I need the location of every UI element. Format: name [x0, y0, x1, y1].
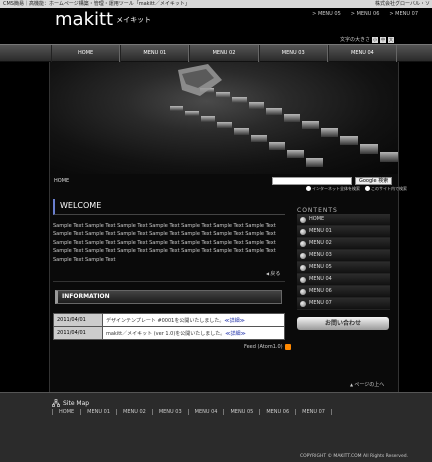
logo-kana: メイキット [116, 16, 152, 24]
footer-nav-item[interactable]: MENU 03 [151, 409, 188, 415]
footer-nav-item[interactable]: MENU 07 [295, 409, 332, 415]
footer-nav-item[interactable]: MENU 05 [223, 409, 259, 415]
search-scope: インターネット全体を検索 このサイト内で検索 [306, 186, 407, 192]
search-scope-web[interactable]: インターネット全体を検索 [306, 186, 360, 192]
company-name: 株式会社グローバル・ソ [375, 1, 430, 7]
font-size-small-button[interactable]: 小 [372, 36, 378, 43]
radio-icon [365, 186, 370, 191]
sitemap-heading: Site Map [52, 399, 89, 407]
gnav-item-menu03[interactable]: MENU 03 [258, 45, 328, 62]
site-logo[interactable]: makitt メイキット [55, 9, 151, 30]
logo-text: makitt [55, 9, 114, 30]
sidebar-item-menu01[interactable]: MENU 01 [297, 226, 390, 238]
site-tagline: CMS簡易｜高機能：ホームページ構築・管理・運用ツール「makitt／メイキット… [3, 1, 190, 7]
footer-nav-item[interactable]: HOME [52, 409, 80, 415]
radio-icon [306, 186, 311, 191]
body-line: Sample Text Sample Text Sample Text Samp… [53, 239, 276, 246]
sitemap-icon [52, 399, 60, 407]
table-row: 2011/04/01 makitt／メイキット (ver 1.0)を公開いたしま… [53, 326, 285, 340]
font-size-control: 文字の大きさ 小 中 大 [340, 36, 394, 43]
gnav-item-menu01[interactable]: MENU 01 [120, 45, 190, 62]
top-menu-item[interactable]: MENU 06 [351, 11, 380, 17]
top-menus: MENU 05 MENU 06 MENU 07 [312, 11, 418, 17]
sidebar-item-menu05[interactable]: MENU 05 [297, 262, 390, 274]
top-menu-item[interactable]: MENU 07 [389, 11, 418, 17]
sidebar-nav: HOME MENU 01 MENU 02 MENU 03 MENU 05 MEN… [297, 214, 390, 310]
font-size-large-button[interactable]: 大 [388, 36, 394, 43]
info-date: 2011/04/01 [53, 313, 103, 327]
sidebar-item-menu07[interactable]: MENU 07 [297, 298, 390, 310]
search-box: Google 検索 [272, 177, 393, 185]
body-line: Sample Text Sample Text Sample Text Samp… [53, 231, 276, 238]
information-table: 2011/04/01 デザインテンプレート #0001を公開いたしました。≪詳細… [53, 313, 285, 340]
sidebar-item-home[interactable]: HOME [297, 214, 390, 226]
body-line: Sample Text Sample Text Sample Text Samp… [53, 223, 276, 229]
hero-image [50, 62, 398, 174]
body-text: Sample Text Sample Text Sample Text Samp… [53, 222, 285, 264]
footer-nav-item[interactable]: MENU 01 [80, 409, 116, 415]
divider [53, 281, 285, 282]
footer-nav-item[interactable]: MENU 02 [116, 409, 152, 415]
back-link[interactable]: 戻る [266, 270, 280, 277]
top-menu-item[interactable]: MENU 05 [312, 11, 341, 17]
font-size-medium-button[interactable]: 中 [380, 36, 386, 43]
breadcrumb[interactable]: HOME [54, 178, 69, 184]
google-search-button[interactable]: Google 検索 [355, 177, 393, 185]
rss-icon [284, 344, 291, 350]
sidebar-item-menu03[interactable]: MENU 03 [297, 250, 390, 262]
search-input[interactable] [272, 177, 352, 185]
detail-link[interactable]: ≪詳細≫ [225, 331, 245, 337]
zipper-image [170, 64, 398, 167]
sidebar-item-menu02[interactable]: MENU 02 [297, 238, 390, 250]
table-row: 2011/04/01 デザインテンプレート #0001を公開いたしました。≪詳細… [53, 313, 285, 327]
body-line: Sample Text Sample Text [53, 256, 116, 263]
gnav-item-menu02[interactable]: MENU 02 [189, 45, 259, 62]
gnav-item-home[interactable]: HOME [51, 45, 121, 62]
page-top-link[interactable]: ページの上へ [350, 381, 384, 388]
footer-nav: HOME MENU 01 MENU 02 MENU 03 MENU 04 MEN… [52, 409, 392, 415]
feed-label: Feed (Atom1.0) [244, 344, 283, 350]
inquiry-button[interactable]: お問い合わせ [297, 317, 389, 330]
sidebar-item-menu06[interactable]: MENU 06 [297, 286, 390, 298]
page-title: WELCOME [53, 199, 285, 215]
info-message: makitt／メイキット (ver 1.0)を公開いたしました。≪詳細≫ [102, 326, 285, 340]
footer-nav-item[interactable]: MENU 04 [187, 409, 224, 415]
body-line: Sample Text Sample Text Sample Text Samp… [53, 248, 276, 255]
font-size-label: 文字の大きさ [339, 37, 370, 43]
sidebar-item-menu04[interactable]: MENU 04 [297, 274, 390, 286]
info-date: 2011/04/01 [53, 326, 103, 340]
detail-link[interactable]: ≪詳細≫ [224, 318, 244, 324]
feed-link[interactable]: Feed (Atom1.0) [244, 344, 291, 350]
global-nav: HOME MENU 01 MENU 02 MENU 03 MENU 04 [0, 44, 432, 62]
search-scope-site[interactable]: このサイト内で検索 [365, 186, 407, 192]
footer-nav-item[interactable]: MENU 06 [259, 409, 295, 415]
info-message: デザインテンプレート #0001を公開いたしました。≪詳細≫ [102, 313, 285, 327]
gnav-item-menu04[interactable]: MENU 04 [327, 45, 398, 62]
top-bar: CMS簡易｜高機能：ホームページ構築・管理・運用ツール「makitt／メイキット… [0, 0, 432, 8]
information-heading: INFORMATION [55, 290, 282, 304]
copyright: COPYRIGHT © MAKITT.COM All Rights Reserv… [299, 454, 408, 459]
